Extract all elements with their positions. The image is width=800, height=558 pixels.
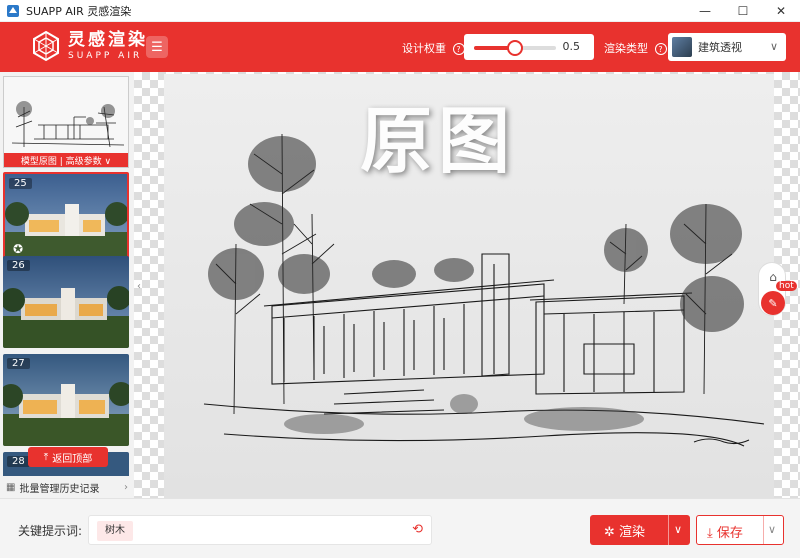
logo: 灵感渲染 SUAPP AIR [30, 30, 148, 62]
refresh-icon[interactable]: ⟲ [412, 522, 423, 537]
chevron-down-icon[interactable]: ∨ [674, 523, 682, 536]
render-type-label: 渲染类型 ? [604, 40, 667, 56]
help-icon[interactable]: ? [452, 43, 465, 55]
slider-handle[interactable] [507, 40, 523, 56]
chevron-down-icon[interactable]: ∨ [768, 523, 776, 536]
design-weight-label: 设计权重 ? [402, 40, 465, 56]
original-model-thumbnail[interactable]: 模型原图 | 高级参数 ∨ [3, 76, 129, 168]
history-number: 26 [7, 260, 30, 271]
grid-icon: ▦ [6, 481, 16, 493]
chevron-right-icon: › [124, 481, 128, 493]
prompt-tag[interactable]: 树木 [97, 521, 133, 541]
back-to-top-button[interactable]: ⤒ 返回顶部 [28, 447, 108, 467]
palette-icon[interactable]: ✪ [13, 242, 23, 256]
prompt-label: 关键提示词: [18, 524, 83, 538]
render-type-select[interactable]: 建筑透视 ∨ [668, 33, 786, 61]
edit-icon[interactable]: ✎ [761, 291, 785, 315]
sparkle-icon: ✲ [604, 525, 615, 540]
history-number: 28 [7, 456, 30, 467]
save-text: 保存 [716, 526, 743, 541]
original-thumbnail-bar[interactable]: 模型原图 | 高级参数 ∨ [4, 153, 128, 167]
bottom-toolbar: 关键提示词: 树木 ⟲ ✲ 渲染 ∨ ⤓ 保存 ∨ [0, 498, 800, 558]
logo-subtitle: SUAPP AIR [68, 50, 143, 61]
logo-icon [33, 30, 59, 62]
help-icon[interactable]: ? [654, 43, 667, 55]
render-type-text: 渲染类型 [604, 42, 648, 55]
render-text: 渲染 [619, 525, 646, 540]
sketch-thumbnail-image [4, 77, 128, 155]
back-to-top-label: 返回顶部 [52, 453, 93, 465]
download-icon: ⤓ [707, 526, 713, 541]
prompt-input[interactable]: 树木 ⟲ [88, 515, 432, 545]
minimize-button[interactable]: — [686, 0, 724, 22]
history-number: 27 [7, 358, 30, 369]
window-title: SUAPP AIR 灵感渲染 [26, 4, 132, 18]
history-sidebar: 模型原图 | 高级参数 ∨ 25 ✪ 26 27 28 ⤒ 返回顶部 ▦ 批量管… [0, 72, 134, 498]
save-split [763, 516, 764, 544]
history-item[interactable]: 26 [3, 256, 129, 348]
history-number: 25 [9, 178, 32, 189]
render-button[interactable]: ✲ 渲染 ∨ [590, 515, 690, 545]
render-label: ✲ 渲染 [604, 521, 645, 540]
chevron-down-icon: ∨ [769, 40, 778, 53]
collapse-sidebar-button[interactable]: ‹ [134, 272, 144, 300]
logo-title: 灵感渲染 [68, 29, 148, 50]
render-type-value: 建筑透视 [698, 41, 742, 54]
menu-button[interactable]: ☰ [146, 36, 168, 58]
main-sketch-image: 原图 [164, 74, 774, 498]
batch-manage-label: 批量管理历史记录 [19, 483, 100, 495]
hot-badge: hot [776, 281, 797, 291]
maximize-button[interactable]: ☐ [724, 0, 762, 22]
render-type-thumbnail [672, 37, 692, 57]
slider-track[interactable] [474, 40, 556, 56]
save-button[interactable]: ⤓ 保存 ∨ [696, 515, 784, 545]
batch-manage-history[interactable]: ▦ 批量管理历史记录 › [0, 476, 134, 498]
window-titlebar: SUAPP AIR 灵感渲染 — ☐ ✕ [0, 0, 800, 22]
history-item[interactable]: 27 [3, 354, 129, 446]
app-header: 灵感渲染 SUAPP AIR ☰ 设计权重 ? 0.5 渲染类型 ? 建筑透视 … [0, 22, 800, 72]
design-weight-text: 设计权重 [402, 42, 446, 55]
close-button[interactable]: ✕ [762, 0, 800, 22]
app-icon [6, 4, 20, 18]
save-label: ⤓ 保存 [707, 522, 743, 541]
original-image-label: 原图 [360, 98, 517, 183]
design-weight-slider[interactable]: 0.5 [464, 34, 594, 60]
hamburger-icon: ☰ [151, 39, 163, 55]
slider-value: 0.5 [562, 40, 581, 53]
render-split [668, 515, 669, 545]
history-item[interactable]: 25 ✪ [3, 172, 129, 264]
arrow-up-icon: ⤒ [43, 451, 49, 463]
